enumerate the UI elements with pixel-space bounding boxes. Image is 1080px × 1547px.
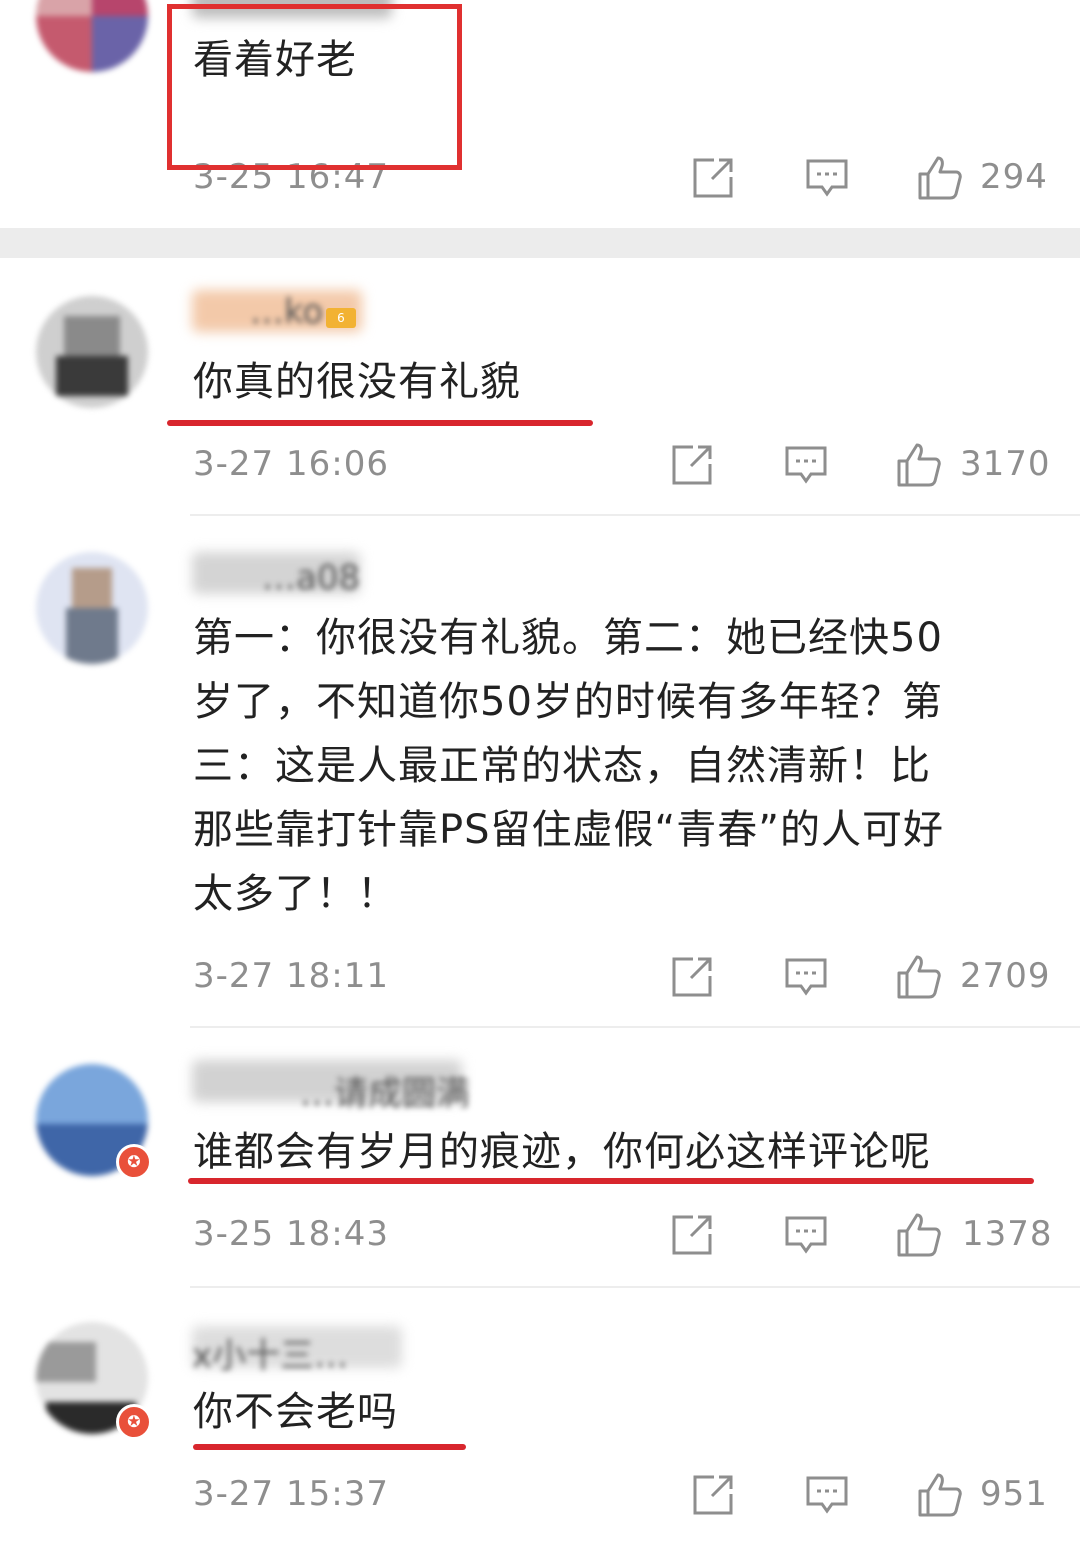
comment-icon[interactable] (804, 155, 850, 201)
share-icon[interactable] (690, 155, 736, 201)
like-count: 294 (980, 157, 1048, 197)
comment-icon[interactable] (804, 1472, 850, 1518)
share-icon[interactable] (690, 1472, 736, 1518)
like-count: 951 (980, 1474, 1048, 1514)
comment-text: 你真的很没有礼貌 (193, 359, 521, 405)
comment-text: 谁都会有岁月的痕迹，你何必这样评论呢 (193, 1129, 931, 1175)
comment-timestamp: 3-25 18:43 (193, 1214, 389, 1254)
comment-timestamp: 3-27 18:11 (193, 956, 389, 996)
highlight-underline (193, 1444, 466, 1450)
comment-actions: 3170 (669, 442, 1051, 492)
comment-text: 你不会老吗 (193, 1389, 398, 1435)
thumbs-up-icon[interactable] (916, 1472, 962, 1518)
comment-icon[interactable] (783, 442, 829, 488)
verified-badge: ✪ (116, 1144, 152, 1180)
verified-badge: ✪ (116, 1404, 152, 1440)
avatar[interactable] (36, 0, 148, 72)
share-icon[interactable] (669, 442, 715, 488)
thumbs-up-icon[interactable] (895, 954, 941, 1000)
highlight-box (167, 4, 462, 170)
thumbs-up-icon[interactable] (895, 1212, 941, 1258)
thumbs-up-icon[interactable] (895, 442, 941, 488)
comment-text: 第一：你很没有礼貌。第二：她已经快50 岁了，不知道你50岁的时候有多年轻？第 … (193, 615, 944, 917)
comment-timestamp: 3-27 16:06 (193, 444, 389, 484)
like-count: 2709 (960, 956, 1051, 996)
comment-actions: 2709 (669, 954, 1051, 1004)
like-count: 3170 (960, 444, 1051, 484)
highlight-underline (167, 420, 593, 426)
section-divider (0, 228, 1080, 258)
username[interactable]: …请成圆满 (300, 1066, 470, 1115)
comment-actions: 294 (690, 155, 1050, 205)
avatar[interactable] (36, 296, 148, 408)
highlight-underline (188, 1178, 1034, 1184)
username[interactable]: …a08 (262, 558, 360, 598)
avatar[interactable] (36, 552, 148, 664)
username[interactable]: …ko (250, 292, 323, 332)
comment-icon[interactable] (783, 1212, 829, 1258)
comment-actions: 1378 (669, 1212, 1052, 1262)
thumbs-up-icon[interactable] (916, 155, 962, 201)
comment-actions: 951 (690, 1472, 1050, 1522)
comment-icon[interactable] (783, 954, 829, 1000)
comment-item: ✪ …请成圆满 谁都会有岁月的痕迹，你何必这样评论呢 3-25 18:43 13… (0, 1028, 1080, 1288)
comment-item: 看着好老 3-25 16:47 294 (0, 0, 1080, 226)
share-icon[interactable] (669, 1212, 715, 1258)
comment-timestamp: 3-27 15:37 (193, 1474, 389, 1514)
like-count: 1378 (962, 1214, 1053, 1254)
comment-item: ✪ x小十三… 你不会老吗 3-27 15:37 951 (0, 1288, 1080, 1547)
comment-item: …a08 第一：你很没有礼貌。第二：她已经快50 岁了，不知道你50岁的时候有多… (0, 516, 1080, 1028)
username[interactable]: x小十三… (192, 1328, 348, 1377)
share-icon[interactable] (669, 954, 715, 1000)
level-badge: 6 (326, 308, 356, 328)
comment-item: …ko 6 你真的很没有礼貌 3-27 16:06 3170 (0, 258, 1080, 516)
